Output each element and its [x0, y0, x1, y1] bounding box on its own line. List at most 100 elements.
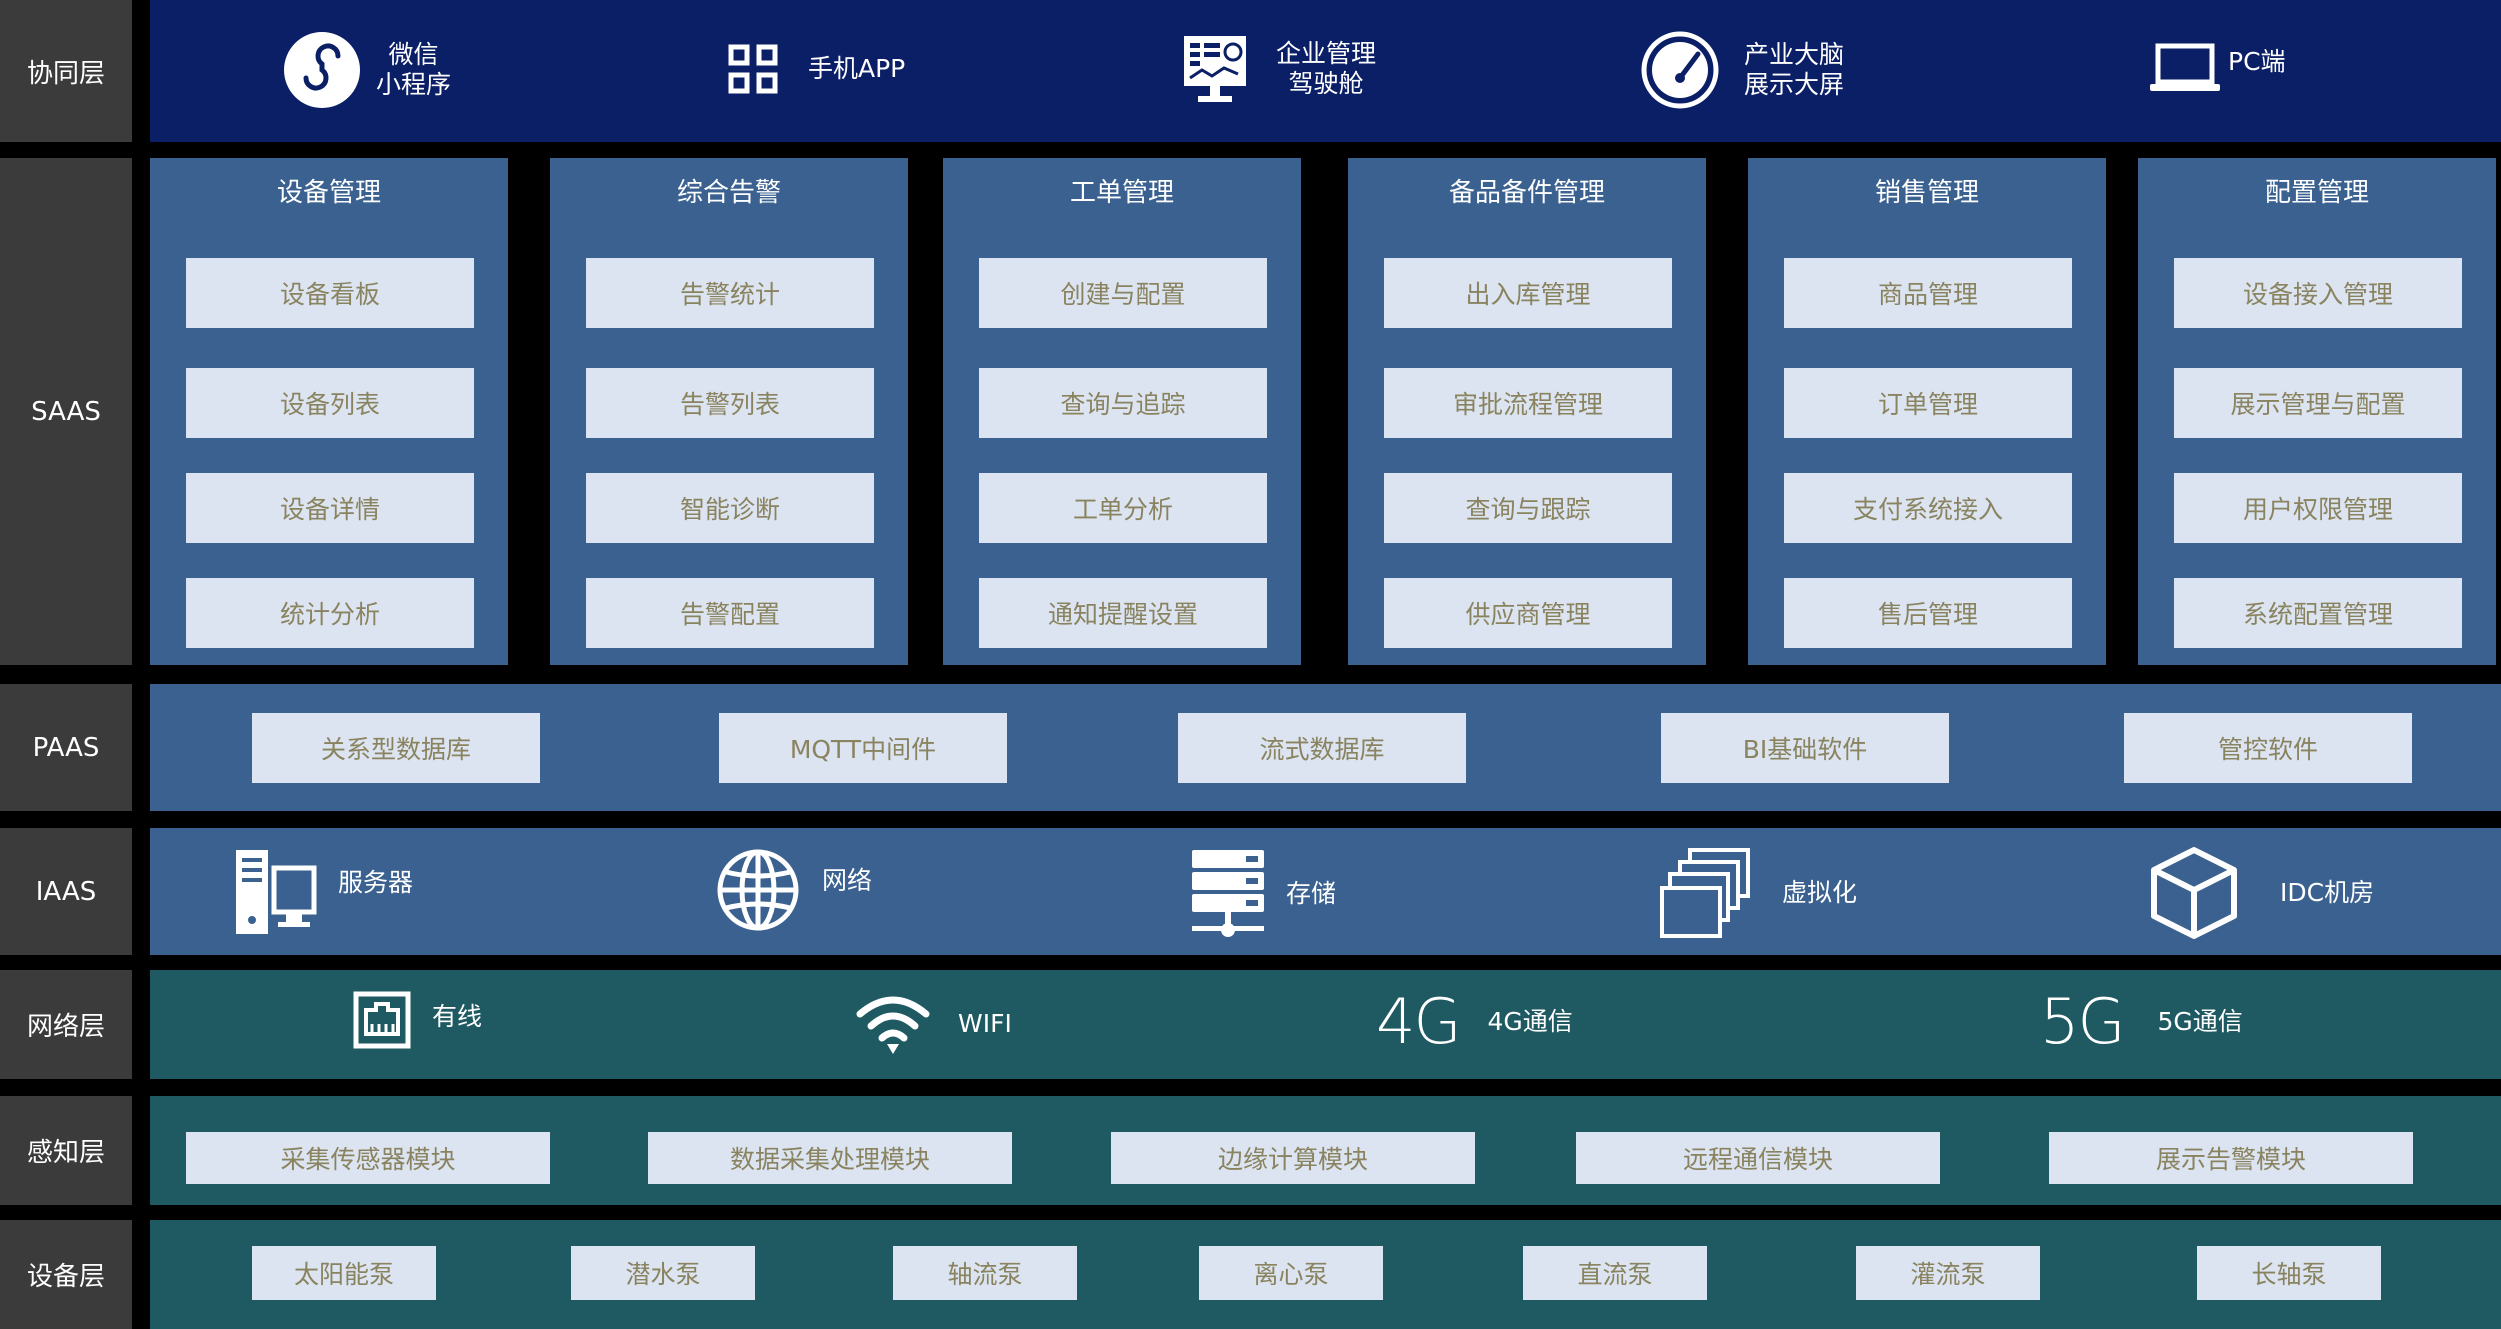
perception-item[interactable]: 采集传感器模块 — [186, 1132, 550, 1184]
saas-module[interactable]: 订单管理 — [1784, 368, 2072, 438]
collab-item-cockpit[interactable]: 企业管理 驾驶舱 — [1182, 34, 1376, 104]
collab-label-line1: 企业管理 — [1276, 39, 1377, 68]
row-label-network: 网络层 — [0, 970, 132, 1079]
row-label-paas: PAAS — [0, 684, 132, 811]
saas-column-device: 设备管理 设备看板 设备列表 设备详情 统计分析 — [150, 158, 508, 665]
iaas-label: 存储 — [1286, 879, 1337, 908]
saas-column-workorder: 工单管理 创建与配置 查询与追踪 工单分析 通知提醒设置 — [943, 158, 1301, 665]
saas-module[interactable]: 用户权限管理 — [2174, 473, 2462, 543]
network-item-5g[interactable]: 5G 5G通信 — [2040, 988, 2243, 1056]
device-item[interactable]: 直流泵 — [1523, 1246, 1707, 1300]
saas-module[interactable]: 设备详情 — [186, 473, 474, 543]
row-label-iaas: IAAS — [0, 828, 132, 955]
saas-module[interactable]: 告警列表 — [586, 368, 874, 438]
saas-column-alarm: 综合告警 告警统计 告警列表 智能诊断 告警配置 — [550, 158, 908, 665]
saas-module[interactable]: 审批流程管理 — [1384, 368, 1672, 438]
saas-module[interactable]: 展示管理与配置 — [2174, 368, 2462, 438]
device-item[interactable]: 轴流泵 — [893, 1246, 1077, 1300]
saas-module[interactable]: 商品管理 — [1784, 258, 2072, 328]
saas-column-title: 配置管理 — [2264, 178, 2369, 208]
saas-module[interactable]: 创建与配置 — [979, 258, 1267, 328]
network-label: WIFI — [958, 1009, 1012, 1038]
row-label-collab: 协同层 — [0, 0, 132, 142]
5g-icon: 5G — [2040, 985, 2125, 1058]
saas-module[interactable]: 查询与跟踪 — [1384, 473, 1672, 543]
network-item-4g[interactable]: 4G 4G通信 — [1376, 988, 1573, 1056]
collab-label-line1: 手机APP — [808, 54, 906, 83]
paas-item[interactable]: BI基础软件 — [1661, 713, 1949, 783]
perception-item[interactable]: 远程通信模块 — [1576, 1132, 1940, 1184]
iaas-item-virtualization[interactable]: 虚拟化 — [1660, 846, 1857, 940]
paas-item[interactable]: MQTT中间件 — [719, 713, 1007, 783]
collab-label-line1: 微信 — [388, 40, 439, 69]
4g-icon: 4G — [1376, 985, 1461, 1058]
collab-label-line2: 驾驶舱 — [1288, 69, 1364, 98]
collab-label-line2: 小程序 — [376, 70, 452, 99]
virtualization-icon — [1660, 848, 1750, 938]
saas-module[interactable]: 出入库管理 — [1384, 258, 1672, 328]
paas-item[interactable]: 流式数据库 — [1178, 713, 1466, 783]
saas-column-title: 备品备件管理 — [1448, 178, 1605, 208]
network-label: 4G通信 — [1487, 1007, 1573, 1036]
perception-item[interactable]: 数据采集处理模块 — [648, 1132, 1012, 1184]
collab-item-app[interactable]: 手机APP — [728, 44, 905, 94]
row-label-perception: 感知层 — [0, 1096, 132, 1205]
speedometer-icon — [1641, 31, 1719, 109]
wechat-miniprogram-icon — [284, 32, 360, 108]
saas-module[interactable]: 设备接入管理 — [2174, 258, 2462, 328]
network-label: 5G通信 — [2157, 1007, 2243, 1036]
saas-column-title: 工单管理 — [1069, 178, 1174, 208]
saas-column-spareparts: 备品备件管理 出入库管理 审批流程管理 查询与跟踪 供应商管理 — [1348, 158, 1706, 665]
wifi-icon — [856, 996, 930, 1054]
network-label: 有线 — [432, 1002, 483, 1031]
cube-icon — [2151, 847, 2237, 939]
collab-label-line2: 展示大屏 — [1744, 70, 1845, 99]
saas-module[interactable]: 供应商管理 — [1384, 578, 1672, 648]
collab-item-pc[interactable]: PC端 — [2148, 42, 2286, 94]
saas-module[interactable]: 通知提醒设置 — [979, 578, 1267, 648]
globe-icon — [717, 849, 799, 931]
device-item[interactable]: 离心泵 — [1199, 1246, 1383, 1300]
iaas-item-server[interactable]: 服务器 — [234, 848, 413, 936]
saas-module[interactable]: 统计分析 — [186, 578, 474, 648]
iaas-item-idc[interactable]: IDC机房 — [2150, 846, 2374, 940]
saas-module[interactable]: 智能诊断 — [586, 473, 874, 543]
saas-column-title: 设备管理 — [276, 178, 381, 208]
network-item-wired[interactable]: 有线 — [352, 990, 482, 1050]
saas-module[interactable]: 系统配置管理 — [2174, 578, 2462, 648]
saas-module[interactable]: 设备看板 — [186, 258, 474, 328]
collab-label-line1: 产业大脑 — [1744, 40, 1845, 69]
saas-module[interactable]: 告警配置 — [586, 578, 874, 648]
saas-column-title: 销售管理 — [1874, 178, 1979, 208]
iaas-label: 服务器 — [338, 868, 414, 897]
device-item[interactable]: 潜水泵 — [571, 1246, 755, 1300]
saas-column-sales: 销售管理 商品管理 订单管理 支付系统接入 售后管理 — [1748, 158, 2106, 665]
paas-item[interactable]: 关系型数据库 — [252, 713, 540, 783]
device-item[interactable]: 灌流泵 — [1856, 1246, 2040, 1300]
iaas-label: IDC机房 — [2280, 878, 2375, 907]
dashboard-monitor-icon — [1184, 36, 1246, 102]
iaas-item-network[interactable]: 网络 — [716, 848, 872, 932]
network-item-wifi[interactable]: WIFI — [854, 992, 1012, 1056]
laptop-icon — [2150, 43, 2220, 91]
server-icon — [236, 850, 317, 934]
saas-module[interactable]: 查询与追踪 — [979, 368, 1267, 438]
device-item[interactable]: 太阳能泵 — [252, 1246, 436, 1300]
collab-item-bigscreen[interactable]: 产业大脑 展示大屏 — [1640, 30, 1844, 110]
iaas-label: 虚拟化 — [1782, 878, 1858, 907]
perception-item[interactable]: 边缘计算模块 — [1111, 1132, 1475, 1184]
row-label-device: 设备层 — [0, 1220, 132, 1329]
saas-module[interactable]: 设备列表 — [186, 368, 474, 438]
saas-column-config: 配置管理 设备接入管理 展示管理与配置 用户权限管理 系统配置管理 — [2138, 158, 2496, 665]
saas-module[interactable]: 支付系统接入 — [1784, 473, 2072, 543]
saas-module[interactable]: 工单分析 — [979, 473, 1267, 543]
collab-label-line1: PC端 — [2228, 47, 2286, 76]
saas-column-title: 综合告警 — [676, 178, 781, 208]
iaas-item-storage[interactable]: 存储 — [1190, 848, 1336, 940]
saas-module[interactable]: 告警统计 — [586, 258, 874, 328]
collab-item-wechat[interactable]: 微信 小程序 — [282, 30, 451, 110]
device-item[interactable]: 长轴泵 — [2197, 1246, 2381, 1300]
paas-item[interactable]: 管控软件 — [2124, 713, 2412, 783]
saas-module[interactable]: 售后管理 — [1784, 578, 2072, 648]
perception-item[interactable]: 展示告警模块 — [2049, 1132, 2413, 1184]
